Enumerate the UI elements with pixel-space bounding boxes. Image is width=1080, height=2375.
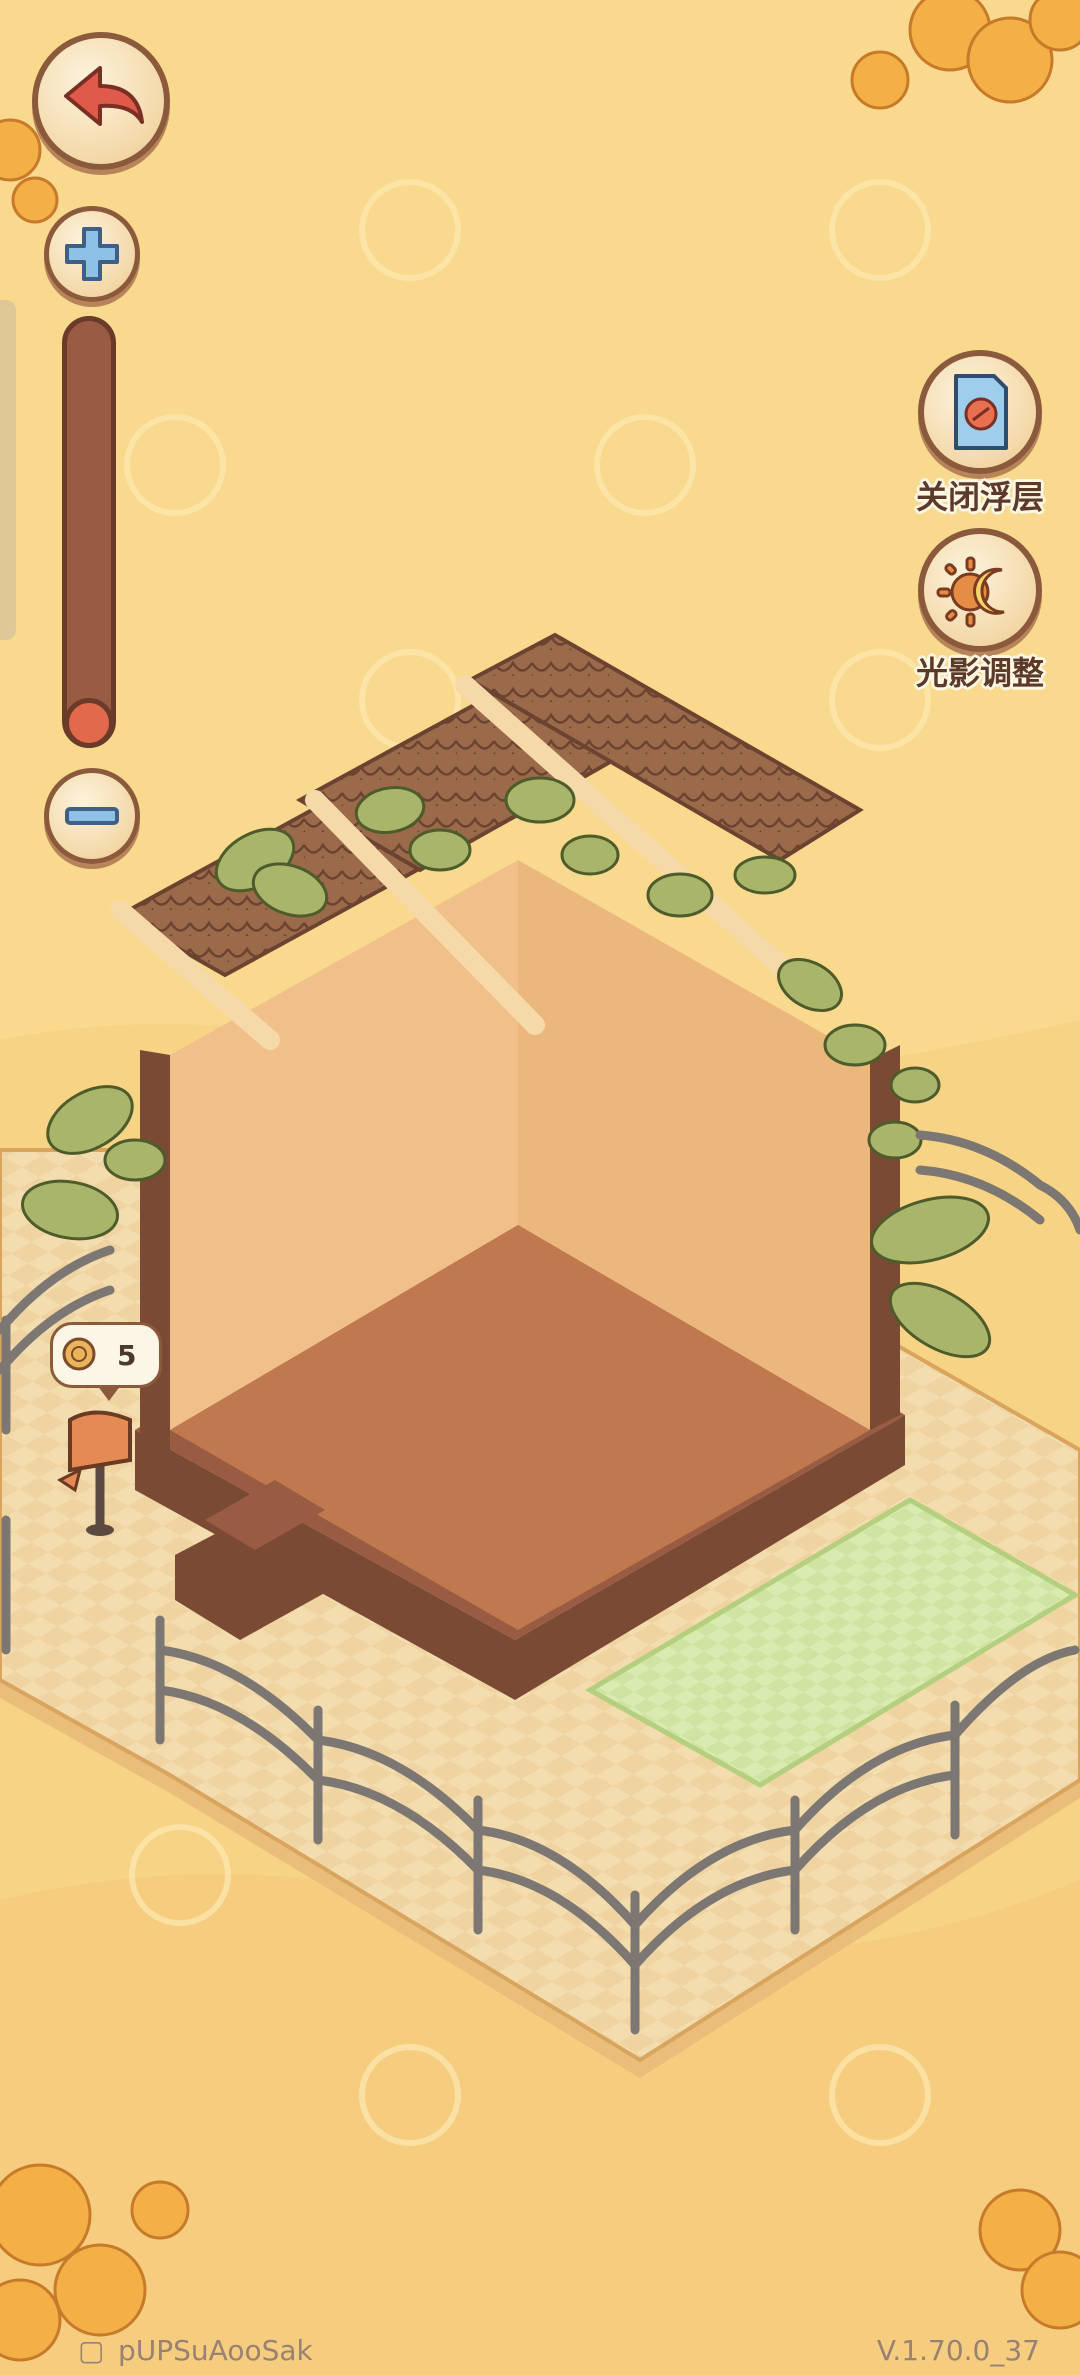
left-edge-panel [0,300,16,640]
mailbox-count: 5 [117,1339,137,1372]
minus-icon [65,807,119,825]
light-shadow-label[interactable]: 光影调整 [900,648,1060,694]
plus-icon [65,227,119,281]
bubble-tail [97,1385,121,1401]
back-arrow-icon [64,66,144,126]
back-button[interactable] [32,32,170,170]
player-id-icon: ▢ [78,2334,105,2367]
close-overlay-label[interactable]: 关闭浮层 [900,472,1060,518]
coin-icon [62,1337,96,1371]
close-overlay-button[interactable] [918,350,1042,474]
zoom-out-button[interactable] [44,768,140,864]
zoom-slider-thumb[interactable] [64,698,114,748]
player-id: pUPSuAooSak [118,2334,313,2367]
game-scene[interactable] [0,0,1080,2375]
document-icon [954,374,1008,450]
zoom-slider-track[interactable] [62,316,116,748]
mailbox-count-bubble[interactable]: 5 [50,1322,162,1401]
player-id-row: ▢ pUPSuAooSak [78,2334,313,2367]
zoom-in-button[interactable] [44,206,140,302]
version-text: V.1.70.0_37 [876,2334,1040,2367]
light-shadow-button[interactable] [918,528,1042,652]
sun-moon-icon [936,556,1005,628]
